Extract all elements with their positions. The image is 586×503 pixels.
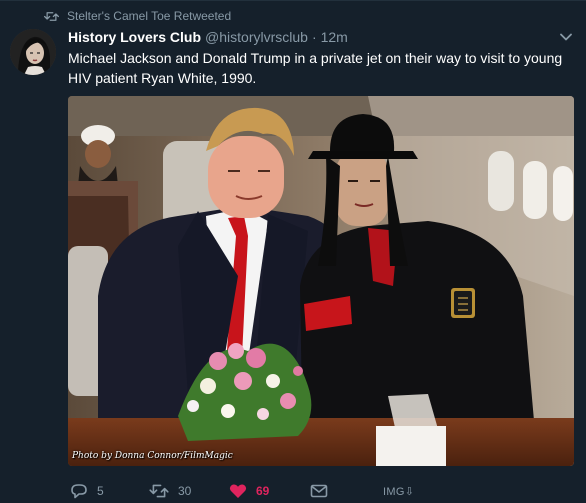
retweet-count: 30 bbox=[178, 484, 192, 498]
envelope-icon bbox=[310, 484, 328, 498]
tweet-header: History Lovers Club @historylvrsclub · 1… bbox=[68, 29, 348, 45]
direct-message-button[interactable] bbox=[310, 484, 383, 498]
heart-icon bbox=[229, 484, 247, 498]
retweet-context: Stelter's Camel Toe Retweeted bbox=[44, 8, 231, 24]
tweet-text: Michael Jackson and Donald Trump in a pr… bbox=[68, 50, 563, 86]
tweet-photo[interactable]: Photo by Donna Connor/FilmMagic bbox=[68, 96, 574, 466]
reply-count: 5 bbox=[97, 484, 104, 498]
tweet-card[interactable]: Stelter's Camel Toe Retweeted History Lo… bbox=[0, 0, 586, 503]
reply-button[interactable]: 5 bbox=[70, 483, 149, 499]
photo-watermark: Photo by Donna Connor/FilmMagic bbox=[72, 451, 233, 461]
avatar[interactable] bbox=[10, 29, 56, 75]
author-display-name[interactable]: History Lovers Club bbox=[68, 29, 201, 45]
like-button[interactable]: 69 bbox=[229, 483, 310, 499]
chevron-down-icon[interactable] bbox=[560, 31, 572, 43]
tweet-actions: 5 30 69 IMG⇩ bbox=[70, 480, 414, 502]
retweet-context-text[interactable]: Stelter's Camel Toe Retweeted bbox=[67, 9, 231, 23]
author-handle[interactable]: @historylvrsclub bbox=[205, 29, 308, 45]
avatar-image bbox=[10, 29, 56, 75]
retweet-icon bbox=[44, 11, 59, 21]
photo-image bbox=[68, 96, 574, 466]
img-extension-button[interactable]: IMG⇩ bbox=[383, 485, 414, 498]
time-separator: · bbox=[311, 29, 317, 45]
img-label: IMG bbox=[383, 485, 405, 498]
retweet-button[interactable]: 30 bbox=[149, 483, 229, 499]
retweet-icon bbox=[149, 484, 169, 498]
tweet-timestamp[interactable]: 12m bbox=[321, 29, 348, 45]
like-count: 69 bbox=[256, 484, 270, 498]
download-icon: ⇩ bbox=[404, 485, 415, 498]
reply-icon bbox=[71, 484, 87, 499]
